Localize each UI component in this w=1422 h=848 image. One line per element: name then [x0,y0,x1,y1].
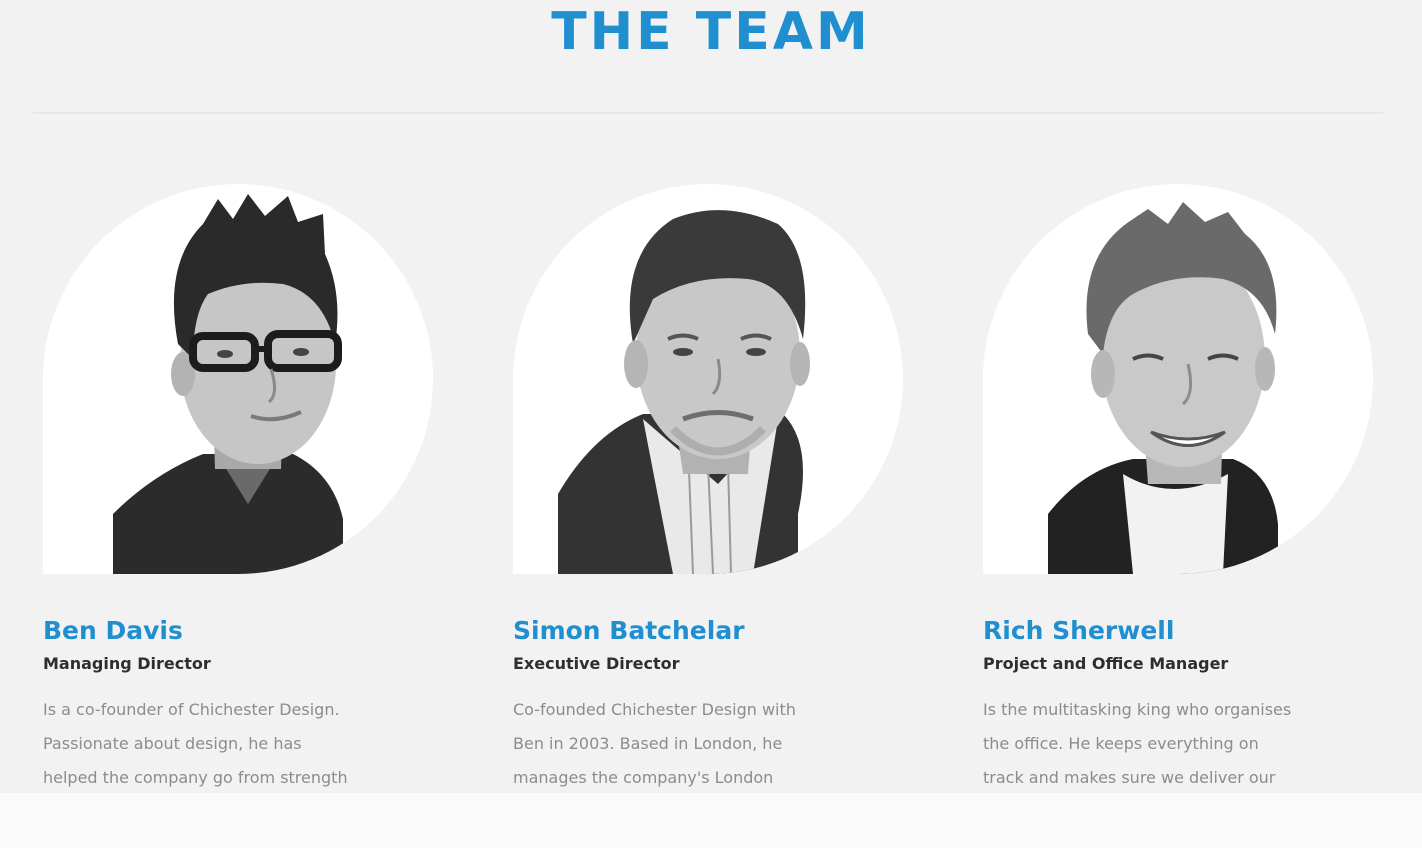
member-portrait [43,184,433,574]
member-portrait [983,184,1373,574]
member-portrait [513,184,903,574]
section-divider [33,112,1383,114]
team-section: THE TEAM Ben Davis Managing Director Is … [0,0,1422,793]
team-member-card: Rich Sherwell Project and Office Manager… [983,184,1383,793]
page: THE TEAM Ben Davis Managing Director Is … [0,0,1422,848]
bio-line: manages the company's London [513,768,774,787]
member-bio: Co-founded Chichester Design with Ben in… [513,693,913,793]
member-role: Executive Director [513,654,680,673]
portrait-photo [558,210,810,574]
member-bio: Is a co-founder of Chichester Design. Pa… [43,693,443,793]
portrait-photo [113,194,343,574]
team-member-card: Ben Davis Managing Director Is a co-foun… [43,184,443,793]
bio-line: the office. He keeps everything on [983,734,1259,753]
bio-line: track and makes sure we deliver our [983,768,1276,787]
member-name: Rich Sherwell [983,616,1175,645]
section-title: THE TEAM [551,2,871,62]
bio-line: Is the multitasking king who organises [983,700,1292,719]
member-name: Ben Davis [43,616,183,645]
member-bio: Is the multitasking king who organises t… [983,693,1383,793]
member-role: Project and Office Manager [983,654,1229,673]
bio-line: Co-founded Chichester Design with [513,700,796,719]
member-name: Simon Batchelar [513,616,745,645]
member-role: Managing Director [43,654,211,673]
bio-line: Is a co-founder of Chichester Design. [43,700,340,719]
bottom-strip [0,793,1422,848]
bio-line: Ben in 2003. Based in London, he [513,734,783,753]
portrait-photo [1048,202,1278,574]
bio-line: helped the company go from strength [43,768,348,787]
bio-line: Passionate about design, he has [43,734,302,753]
team-member-card: Simon Batchelar Executive Director Co-fo… [513,184,913,793]
